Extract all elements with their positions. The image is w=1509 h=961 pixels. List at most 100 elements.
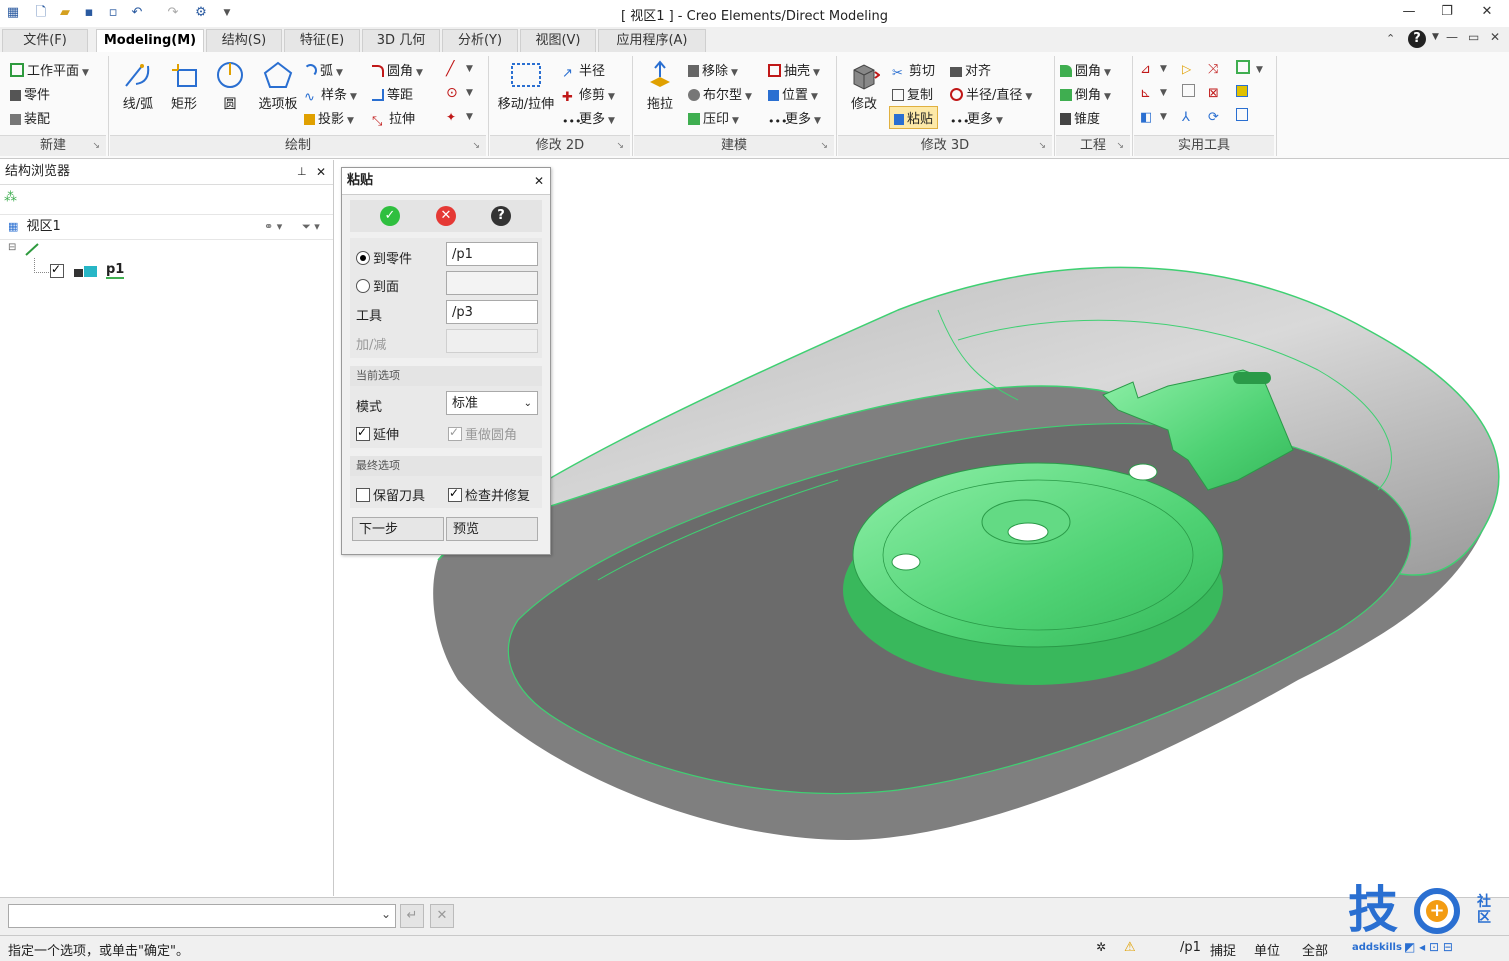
pin-icon[interactable]: ⊥	[297, 160, 307, 184]
keep-tool-checkbox[interactable]: 保留刀具	[356, 485, 425, 504]
cancel-icon[interactable]: ✕	[436, 206, 456, 226]
utility-color-button[interactable]	[1236, 84, 1251, 99]
taper-button[interactable]: 锥度	[1060, 108, 1100, 127]
assembly-button[interactable]: 装配	[10, 108, 50, 127]
utility-calculator-button[interactable]	[1236, 108, 1251, 123]
restore-button[interactable]: ❐	[1434, 4, 1460, 22]
utility-select-button[interactable]: ▷	[1182, 60, 1199, 76]
pull-button[interactable]: 拖拉	[638, 60, 682, 112]
binoculars-icon[interactable]: ⚭ ▾	[264, 215, 282, 239]
point-icon: ✦	[446, 110, 457, 124]
tree-collapse-icon[interactable]: ⊟	[8, 242, 16, 253]
shell-button[interactable]: 抽壳 ▼	[768, 60, 820, 79]
tab-applications[interactable]: 应用程序(A)	[598, 29, 706, 52]
utility-frame-button[interactable]: ▼	[1236, 60, 1263, 76]
browser-close-icon[interactable]: ✕	[316, 160, 326, 184]
tool-field[interactable]: /p3	[446, 300, 538, 324]
ok-icon[interactable]: ✓	[380, 206, 400, 226]
to-face-field[interactable]	[446, 271, 538, 295]
utility-dimension-button[interactable]: ⊾ ▼	[1140, 84, 1167, 101]
extend-checkbox[interactable]: 延伸	[356, 424, 399, 443]
radius-2d-button[interactable]: ↗ 半径	[562, 60, 605, 81]
cut-button[interactable]: ✂ 剪切	[892, 60, 935, 81]
radius-diameter-button[interactable]: 半径/直径 ▼	[950, 84, 1032, 103]
tab-view[interactable]: 视图(V)	[520, 29, 596, 52]
doc-minimize-icon[interactable]: —	[1446, 30, 1458, 44]
status-snap[interactable]: 捕捉	[1210, 940, 1236, 959]
part-button[interactable]: 零件	[10, 84, 50, 103]
fillet-3d-button[interactable]: 圆角 ▼	[1060, 60, 1111, 79]
fillet-2d-button[interactable]: 圆角 ▼	[372, 60, 423, 79]
utility-axis-button[interactable]: ⅄	[1182, 108, 1199, 125]
to-face-radio[interactable]: 到面	[356, 276, 399, 295]
to-part-radio[interactable]: 到零件	[356, 248, 412, 267]
circle-tool-button[interactable]: ⊙ ▼	[446, 84, 473, 101]
tab-file[interactable]: 文件(F)	[2, 29, 88, 52]
bug-icon[interactable]: ✲	[1096, 940, 1106, 954]
utility-section-button[interactable]: ◧ ▼	[1140, 108, 1167, 125]
collapse-ribbon-icon[interactable]: ⌃	[1386, 32, 1395, 45]
part-visibility-checkbox[interactable]	[50, 262, 67, 280]
tab-structure[interactable]: 结构(S)	[206, 29, 282, 52]
position-button[interactable]: 位置 ▼	[768, 84, 818, 103]
workplane-button[interactable]: 工作平面 ▼	[10, 60, 89, 79]
help-icon[interactable]: ?	[491, 206, 511, 226]
preview-button[interactable]: 预览	[446, 517, 538, 541]
move-stretch-button[interactable]: 移动/拉伸	[494, 60, 558, 112]
tab-3d-geometry[interactable]: 3D 几何	[362, 29, 440, 52]
project-button[interactable]: 投影 ▼	[304, 108, 354, 127]
trim-button[interactable]: ✚ 修剪 ▼	[562, 84, 615, 105]
boolean-button[interactable]: 布尔型 ▼	[688, 84, 752, 103]
close-button[interactable]: ✕	[1474, 4, 1500, 22]
line-tool-button[interactable]: ╱ ▼	[446, 60, 473, 77]
align-button[interactable]: 对齐	[950, 60, 991, 79]
chamfer-button[interactable]: 倒角 ▼	[1060, 84, 1111, 103]
command-input[interactable]: ⌄	[8, 904, 396, 928]
arc-button[interactable]: 弧 ▼	[304, 60, 343, 79]
warning-icon[interactable]: ⚠	[1124, 940, 1136, 955]
point-tool-button[interactable]: ✦ ▼	[446, 108, 473, 124]
part-item-label[interactable]: p1	[106, 262, 125, 279]
status-units[interactable]: 单位	[1254, 940, 1280, 959]
browser-view-row[interactable]: ▦ 视区1 ⚭ ▾ ⏷ ▾	[0, 214, 333, 240]
offset-button[interactable]: 等距	[372, 84, 413, 103]
chevron-down-icon[interactable]: ⌄	[381, 907, 391, 921]
mode-select[interactable]: 标准 ⌄	[446, 391, 538, 415]
tree-view-icon[interactable]: ⁂	[4, 190, 24, 210]
utility-table-button[interactable]	[1182, 84, 1198, 99]
doc-restore-icon[interactable]: ▭	[1468, 30, 1479, 44]
doc-close-icon[interactable]: ✕	[1490, 30, 1500, 44]
palette-button[interactable]: 选项板	[254, 60, 302, 112]
dialog-close-icon[interactable]: ✕	[534, 168, 544, 194]
spline-button[interactable]: ∿ 样条 ▼	[304, 84, 357, 105]
clear-icon[interactable]: ✕	[430, 904, 454, 928]
utility-transform-button[interactable]: ⤨	[1208, 60, 1225, 77]
utility-refresh-button[interactable]: ⟳	[1208, 108, 1225, 125]
imprint-button[interactable]: 压印 ▼	[688, 108, 739, 127]
more-2d-button[interactable]: •••更多 ▼	[562, 108, 615, 129]
more-model-button[interactable]: •••更多 ▼	[768, 108, 821, 129]
line-arc-button[interactable]: 线/弧	[116, 60, 160, 112]
paste-button[interactable]: 粘贴	[889, 106, 939, 129]
stretch-button[interactable]: ⤡ 拉伸	[372, 108, 415, 129]
to-part-field[interactable]: /p1	[446, 242, 538, 266]
utility-measure-button[interactable]: ⊿ ▼	[1140, 60, 1167, 77]
help-dropdown-icon[interactable]: ▼	[1432, 32, 1439, 42]
rectangle-button[interactable]: 矩形	[164, 60, 204, 112]
utility-check-button[interactable]: ⊠	[1208, 84, 1225, 101]
tab-modeling[interactable]: Modeling(M)	[96, 29, 204, 54]
tab-features[interactable]: 特征(E)	[284, 29, 360, 52]
modify-3d-button[interactable]: 修改	[842, 60, 886, 112]
more-3d-button[interactable]: •••更多 ▼	[950, 108, 1003, 129]
enter-icon[interactable]: ↵	[400, 904, 424, 928]
copy-button[interactable]: 复制	[892, 84, 933, 103]
remove-button[interactable]: 移除 ▼	[688, 60, 738, 79]
circle-button[interactable]: 圆	[210, 60, 250, 112]
status-all[interactable]: 全部	[1302, 940, 1328, 959]
minimize-button[interactable]: —	[1396, 4, 1422, 22]
next-button[interactable]: 下一步	[352, 517, 444, 541]
help-icon[interactable]: ?	[1408, 30, 1426, 48]
filter-icon[interactable]: ⏷ ▾	[302, 215, 320, 239]
tab-analysis[interactable]: 分析(Y)	[442, 29, 518, 52]
check-repair-checkbox[interactable]: 检查并修复	[448, 485, 530, 504]
